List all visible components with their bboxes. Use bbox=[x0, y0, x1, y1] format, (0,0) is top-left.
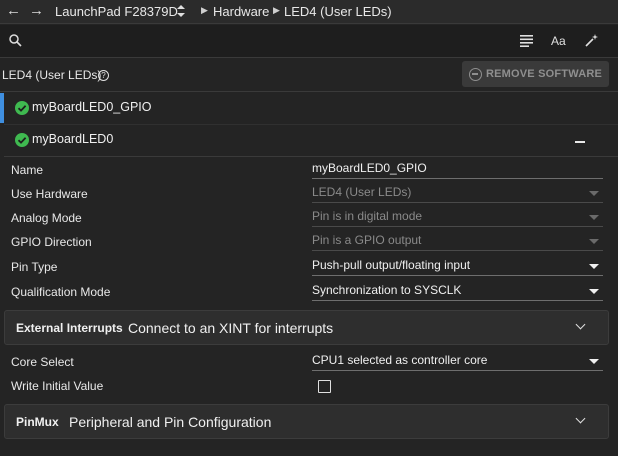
panel-description: Peripheral and Pin Configuration bbox=[69, 414, 272, 430]
pin-type-label: Pin Type bbox=[11, 260, 58, 274]
help-icon[interactable]: ? bbox=[98, 70, 109, 81]
dropdown-arrow-icon bbox=[589, 289, 599, 294]
selection-indicator bbox=[0, 93, 4, 123]
forward-arrow-icon[interactable]: → bbox=[29, 2, 44, 19]
remove-circle-icon bbox=[468, 67, 482, 81]
core-select-select[interactable]: CPU1 selected as controller core bbox=[312, 353, 603, 371]
chevron-down-icon bbox=[575, 413, 586, 424]
breadcrumb-chevron-icon: ▶ bbox=[201, 5, 208, 15]
instance-row-gpio[interactable]: myBoardLED0_GPIO bbox=[15, 100, 155, 116]
core-select-label: Core Select bbox=[11, 355, 74, 369]
match-case-icon[interactable]: Aa bbox=[551, 34, 566, 48]
analog-mode-label: Analog Mode bbox=[11, 211, 82, 225]
breadcrumb-hardware[interactable]: Hardware bbox=[213, 4, 269, 19]
search-bar[interactable]: Aa bbox=[0, 25, 618, 58]
dropdown-arrow-icon bbox=[589, 359, 599, 364]
panel-tag: External Interrupts bbox=[16, 321, 123, 335]
name-label: Name bbox=[11, 163, 44, 177]
dropdown-arrow-icon bbox=[589, 191, 599, 196]
instance-label: myBoardLED0_GPIO bbox=[32, 100, 152, 114]
magic-wand-icon[interactable] bbox=[585, 33, 599, 50]
breadcrumb-chevron-icon: ▶ bbox=[273, 5, 280, 15]
divider bbox=[0, 91, 618, 92]
gpio-direction-select: Pin is a GPIO output bbox=[312, 233, 603, 251]
remove-software-label: REMOVE SOFTWARE bbox=[485, 68, 603, 80]
panel-description: Connect to an XINT for interrupts bbox=[128, 320, 334, 336]
pin-type-value: Push-pull output/floating input bbox=[312, 258, 471, 272]
analog-mode-value: Pin is in digital mode bbox=[312, 209, 423, 223]
pinmux-panel[interactable]: PinMux Peripheral and Pin Configuration bbox=[4, 404, 609, 439]
list-view-icon[interactable] bbox=[520, 35, 533, 50]
gpio-direction-value: Pin is a GPIO output bbox=[312, 233, 422, 247]
use-hardware-label: Use Hardware bbox=[11, 187, 88, 201]
name-value: myBoardLED0_GPIO bbox=[312, 161, 427, 175]
write-initial-value-checkbox[interactable] bbox=[318, 380, 331, 393]
check-circle-icon bbox=[15, 133, 29, 147]
search-icon[interactable] bbox=[9, 34, 22, 50]
back-arrow-icon[interactable]: ← bbox=[6, 2, 21, 19]
device-name[interactable]: LaunchPad F28379D bbox=[55, 4, 178, 19]
breadcrumb-led4[interactable]: LED4 (User LEDs) bbox=[284, 4, 392, 19]
analog-mode-select: Pin is in digital mode bbox=[312, 209, 603, 227]
divider bbox=[4, 124, 618, 125]
collapse-icon[interactable] bbox=[575, 141, 585, 143]
module-title: LED4 (User LEDs) bbox=[2, 68, 102, 82]
core-select-value: CPU1 selected as controller core bbox=[312, 353, 488, 367]
qualification-mode-select[interactable]: Synchronization to SYSCLK bbox=[312, 283, 603, 301]
write-initial-value-label: Write Initial Value bbox=[11, 379, 104, 393]
external-interrupts-panel[interactable]: External Interrupts Connect to an XINT f… bbox=[4, 310, 609, 345]
use-hardware-value: LED4 (User LEDs) bbox=[312, 185, 412, 199]
name-input[interactable]: myBoardLED0_GPIO bbox=[312, 161, 603, 179]
top-bar: ← → LaunchPad F28379D ▶ Hardware ▶ LED4 … bbox=[0, 0, 618, 24]
dropdown-arrow-icon bbox=[589, 264, 599, 269]
qualification-mode-value: Synchronization to SYSCLK bbox=[312, 283, 462, 297]
gpio-direction-label: GPIO Direction bbox=[11, 235, 92, 249]
device-switch-icon[interactable] bbox=[177, 4, 185, 18]
dropdown-arrow-icon bbox=[589, 239, 599, 244]
instance-row-led[interactable]: myBoardLED0 bbox=[15, 132, 155, 148]
check-circle-icon bbox=[15, 101, 29, 115]
divider bbox=[4, 156, 618, 157]
chevron-down-icon bbox=[575, 319, 586, 330]
qualification-mode-label: Qualification Mode bbox=[11, 285, 111, 299]
pin-type-select[interactable]: Push-pull output/floating input bbox=[312, 258, 603, 276]
instance-label: myBoardLED0 bbox=[32, 132, 114, 146]
dropdown-arrow-icon bbox=[589, 215, 599, 220]
remove-software-button[interactable]: REMOVE SOFTWARE bbox=[462, 61, 609, 87]
use-hardware-select: LED4 (User LEDs) bbox=[312, 185, 603, 203]
panel-tag: PinMux bbox=[16, 415, 59, 429]
